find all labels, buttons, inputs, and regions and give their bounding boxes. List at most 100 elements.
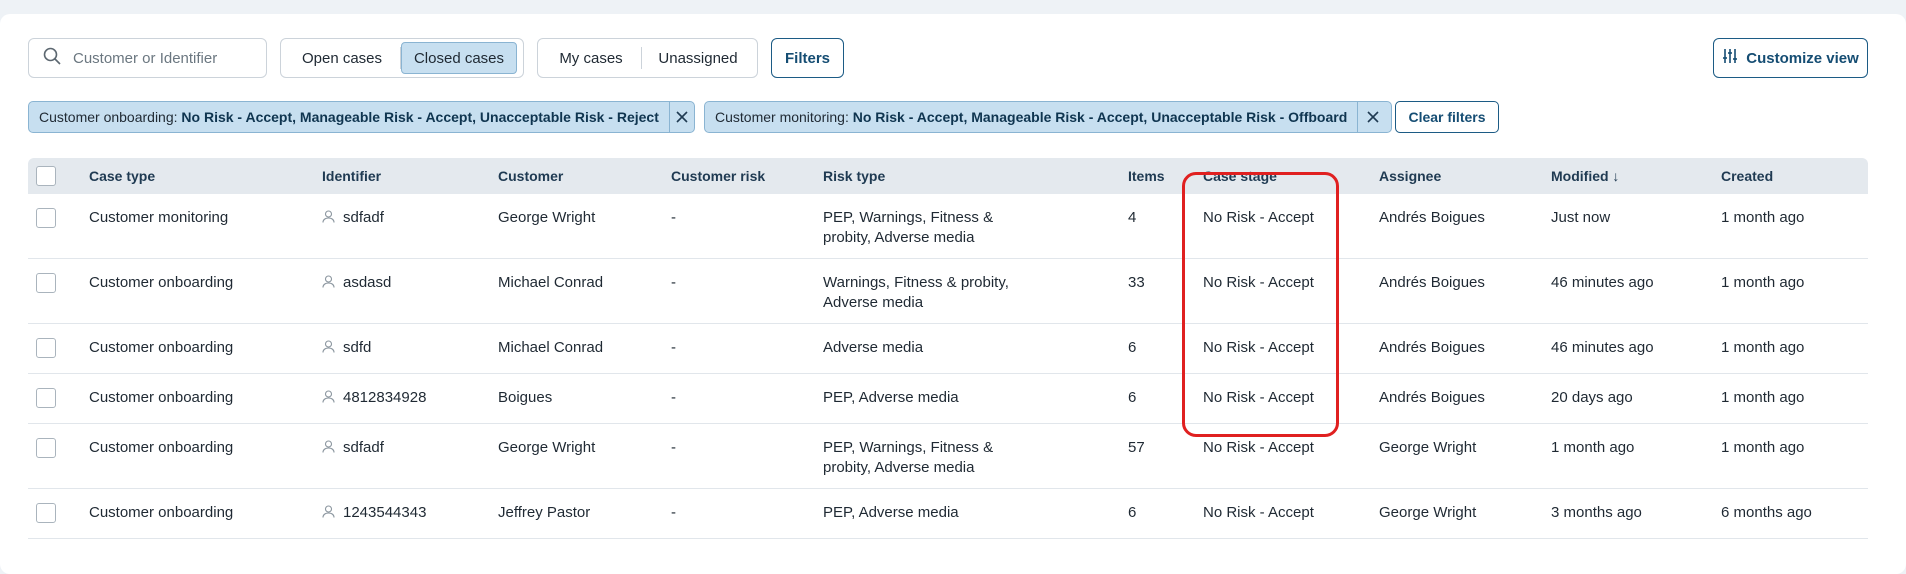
- cell-risk-type: PEP, Warnings, Fitness & probity, Advers…: [823, 208, 1013, 248]
- cell-customer-text: Boigues: [498, 389, 553, 406]
- filter-chip-values: No Risk - Accept, Manageable Risk - Acce…: [852, 109, 1348, 125]
- cell-modified-text: 1 month ago: [1551, 439, 1635, 456]
- cell-created: 1 month ago: [1721, 208, 1804, 228]
- cell-assignee: Andrés Boigues: [1379, 338, 1485, 358]
- col-customer[interactable]: Customer: [498, 168, 563, 184]
- cell-modified: 46 minutes ago: [1551, 273, 1654, 293]
- cell-created-text: 1 month ago: [1721, 439, 1805, 456]
- table-row[interactable]: Customer onboarding sdfd Michael Conrad - Ad…: [28, 324, 1868, 374]
- cell-created: 1 month ago: [1721, 388, 1804, 408]
- col-customer-risk[interactable]: Customer risk: [671, 168, 765, 184]
- row-checkbox[interactable]: [36, 438, 56, 458]
- open-cases-tab[interactable]: Open cases: [284, 42, 400, 74]
- col-items[interactable]: Items: [1128, 168, 1165, 184]
- cell-items-text: 6: [1128, 504, 1137, 521]
- col-case-stage[interactable]: Case stage: [1203, 168, 1277, 184]
- customize-view-button[interactable]: Customize view: [1713, 38, 1868, 78]
- cell-items: 6: [1128, 388, 1136, 408]
- search-placeholder: Customer or Identifier: [73, 49, 218, 67]
- cell-case-stage-text: No Risk - Accept: [1203, 504, 1314, 521]
- cell-modified: 46 minutes ago: [1551, 338, 1654, 358]
- search-input[interactable]: Customer or Identifier: [28, 38, 267, 78]
- col-case-type[interactable]: Case type: [89, 168, 155, 184]
- cell-identifier-text: sdfd: [343, 339, 372, 356]
- col-created[interactable]: Created: [1721, 168, 1773, 184]
- person-icon: [322, 274, 335, 288]
- cell-modified-text: 46 minutes ago: [1551, 274, 1654, 291]
- sliders-icon: [1722, 48, 1738, 68]
- cell-assignee: Andrés Boigues: [1379, 388, 1485, 408]
- row-checkbox[interactable]: [36, 338, 56, 358]
- cell-assignee-text: Andrés Boigues: [1379, 209, 1485, 226]
- filters-button[interactable]: Filters: [771, 38, 844, 78]
- closed-cases-tab[interactable]: Closed cases: [401, 42, 517, 74]
- cell-assignee: Andrés Boigues: [1379, 208, 1485, 228]
- row-checkbox[interactable]: [36, 503, 56, 523]
- cell-case-type: Customer onboarding: [89, 273, 233, 293]
- select-all-checkbox[interactable]: [36, 166, 56, 186]
- cell-items-text: 33: [1128, 274, 1145, 291]
- filter-chip-monitoring: Customer monitoring: No Risk - Accept, M…: [704, 101, 1392, 133]
- table-row[interactable]: Customer onboarding sdfadf George Wright - P…: [28, 424, 1868, 489]
- cell-case-stage: No Risk - Accept: [1203, 208, 1314, 228]
- cell-modified: Just now: [1551, 208, 1610, 228]
- cell-customer: Michael Conrad: [498, 338, 603, 358]
- unassigned-tab[interactable]: Unassigned: [642, 42, 754, 74]
- cell-assignee-text: George Wright: [1379, 439, 1477, 456]
- cell-customer-risk: -: [671, 388, 676, 408]
- cell-assignee: George Wright: [1379, 503, 1476, 523]
- my-cases-tab[interactable]: My cases: [541, 42, 641, 74]
- table-row[interactable]: Customer onboarding 4812834928 Boigues - PEP…: [28, 374, 1868, 424]
- cell-risk-type-text: Adverse media: [823, 339, 924, 356]
- cell-case-type: Customer onboarding: [89, 388, 233, 408]
- cell-risk-type: Warnings, Fitness & probity, Adverse med…: [823, 273, 1013, 313]
- close-icon: [676, 111, 688, 123]
- cell-items: 57: [1128, 438, 1145, 458]
- cell-risk-type-text: PEP, Warnings, Fitness & probity, Advers…: [823, 209, 994, 246]
- person-icon: [322, 339, 335, 353]
- cell-items: 33: [1128, 273, 1145, 293]
- cell-modified: 3 months ago: [1551, 503, 1642, 523]
- cell-identifier-text: 4812834928: [343, 389, 427, 406]
- toolbar: Customer or Identifier Open cases Closed…: [28, 38, 1868, 78]
- cell-created: 1 month ago: [1721, 438, 1804, 458]
- table-header: Case type Identifier Customer Customer r…: [28, 158, 1868, 194]
- cell-identifier-text: sdfadf: [343, 209, 384, 226]
- cell-customer-text: Michael Conrad: [498, 274, 604, 291]
- cell-identifier-text: sdfadf: [343, 439, 384, 456]
- cell-assignee-text: George Wright: [1379, 504, 1477, 521]
- cell-case-type: Customer onboarding: [89, 338, 233, 358]
- cell-customer-text: George Wright: [498, 439, 596, 456]
- col-risk-type[interactable]: Risk type: [823, 168, 885, 184]
- cell-identifier-text: 1243544343: [343, 504, 427, 521]
- cell-created-text: 1 month ago: [1721, 339, 1805, 356]
- cell-case-type-text: Customer onboarding: [89, 339, 234, 356]
- cell-customer-text: George Wright: [498, 209, 596, 226]
- cell-customer-risk: -: [671, 208, 676, 228]
- cell-items-text: 57: [1128, 439, 1145, 456]
- filter-chip-onboarding: Customer onboarding: No Risk - Accept, M…: [28, 101, 695, 133]
- row-checkbox[interactable]: [36, 208, 56, 228]
- cell-customer-risk: -: [671, 273, 676, 293]
- table-row[interactable]: Customer onboarding 1243544343 Jeffrey Pas…: [28, 489, 1868, 539]
- filter-chip-name: Customer onboarding:: [39, 109, 178, 125]
- col-identifier[interactable]: Identifier: [322, 168, 381, 184]
- cell-risk-type: Adverse media: [823, 338, 1013, 358]
- remove-filter-button[interactable]: [668, 102, 694, 132]
- col-modified[interactable]: Modified ↓: [1551, 168, 1619, 184]
- row-checkbox[interactable]: [36, 273, 56, 293]
- row-checkbox[interactable]: [36, 388, 56, 408]
- col-assignee[interactable]: Assignee: [1379, 168, 1441, 184]
- cell-created: 1 month ago: [1721, 273, 1804, 293]
- cell-risk-type-text: Warnings, Fitness & probity, Adverse med…: [823, 274, 1009, 311]
- cell-risk-type-text: PEP, Adverse media: [823, 389, 959, 406]
- cell-created-text: 1 month ago: [1721, 274, 1805, 291]
- cell-created-text: 6 months ago: [1721, 504, 1812, 521]
- table-row[interactable]: Customer onboarding asdasd Michael Conrad -…: [28, 259, 1868, 324]
- cell-customer: George Wright: [498, 438, 595, 458]
- clear-filters-button[interactable]: Clear filters: [1395, 101, 1499, 133]
- remove-filter-button[interactable]: [1357, 102, 1387, 132]
- table-row[interactable]: Customer monitoring sdfadf George Wright - P…: [28, 194, 1868, 259]
- cell-case-stage-text: No Risk - Accept: [1203, 389, 1314, 406]
- cell-case-stage-text: No Risk - Accept: [1203, 209, 1314, 226]
